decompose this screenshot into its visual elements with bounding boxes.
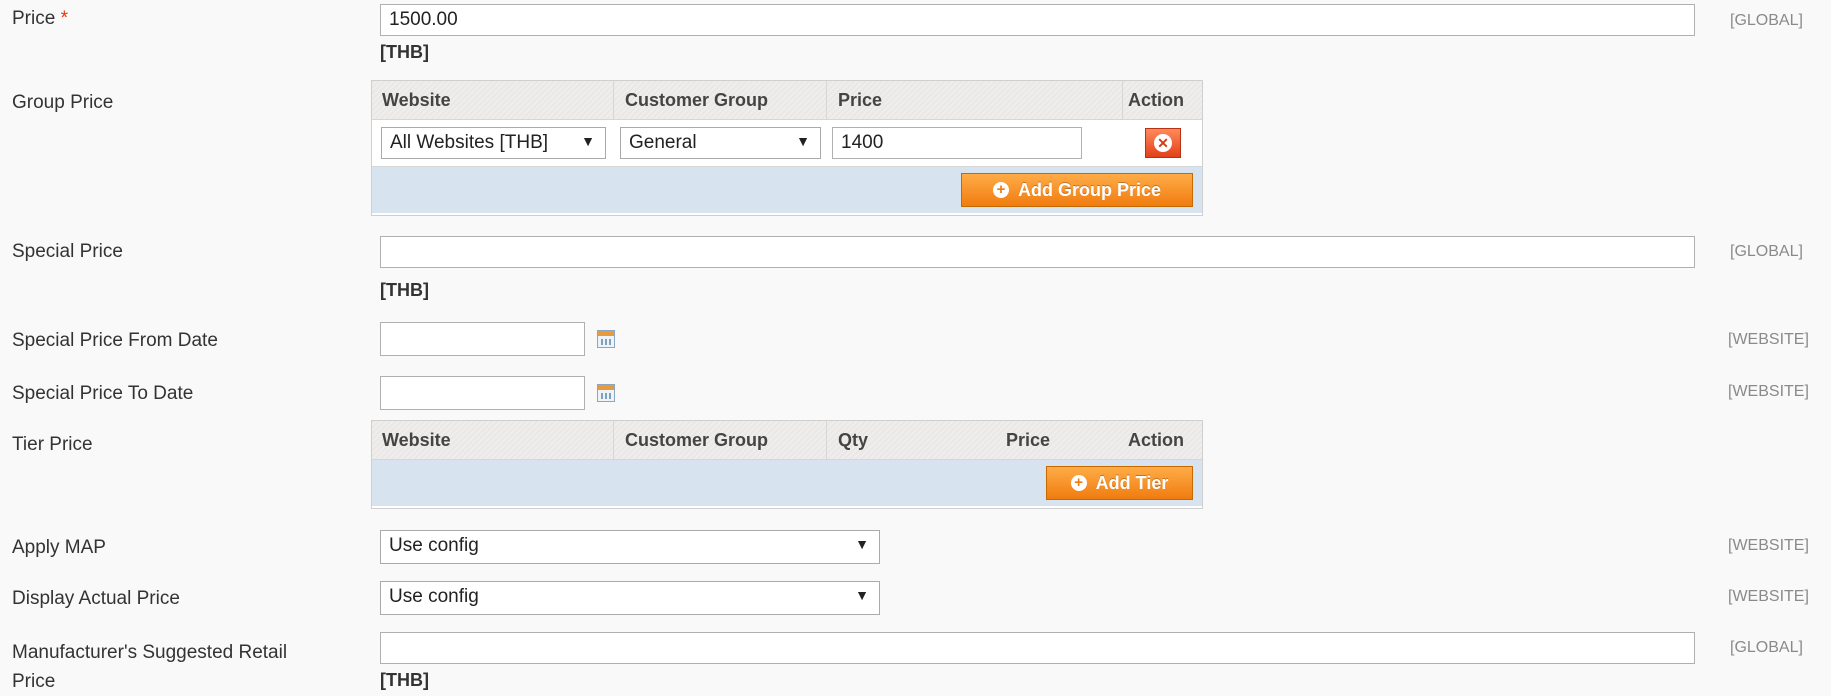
chevron-down-icon: ▼: [796, 133, 810, 149]
calendar-icon[interactable]: [597, 330, 615, 348]
price-scope: [GLOBAL]: [1730, 12, 1803, 29]
chevron-down-icon: ▼: [855, 536, 869, 552]
display-actual-label: Display Actual Price: [12, 588, 180, 609]
close-icon: ✕: [1154, 134, 1172, 152]
col-divider: [613, 81, 614, 119]
chevron-down-icon: ▼: [581, 133, 595, 149]
col-website: Website: [382, 90, 451, 110]
apply-map-scope: [WEBSITE]: [1728, 537, 1809, 554]
tier-price-grid: Website Customer Group Qty Price Action …: [371, 420, 1203, 509]
col-qty: Qty: [838, 430, 869, 450]
calendar-icon[interactable]: [597, 384, 615, 402]
col-price: Price: [1006, 430, 1051, 450]
special-from-scope: [WEBSITE]: [1728, 331, 1809, 348]
special-to-label: Special Price To Date: [12, 383, 194, 404]
add-icon: +: [1070, 475, 1087, 491]
special-price-label: Special Price: [12, 241, 123, 262]
tier-price-label: Tier Price: [12, 434, 93, 455]
website-select[interactable]: All Websites [THB] ▼: [381, 127, 606, 159]
col-divider: [826, 81, 827, 119]
special-to-scope: [WEBSITE]: [1728, 383, 1809, 400]
special-price-input[interactable]: [380, 236, 1695, 268]
group-price-footer: + Add Group Price: [372, 167, 1202, 213]
add-group-price-button[interactable]: + Add Group Price: [961, 173, 1193, 207]
price-label: Price *: [12, 8, 68, 29]
msrp-scope: [GLOBAL]: [1730, 639, 1803, 656]
required-mark: *: [60, 8, 68, 29]
msrp-label: Manufacturer's Suggested Retail Price: [12, 642, 288, 692]
chevron-down-icon: ▼: [855, 587, 869, 603]
display-actual-select[interactable]: Use config ▼: [380, 581, 880, 615]
col-website: Website: [382, 430, 451, 450]
group-price-row: All Websites [THB] ▼ General ▼ ✕: [372, 120, 1202, 167]
tier-price-footer: + Add Tier: [372, 460, 1202, 506]
col-divider: [1122, 81, 1123, 119]
col-divider: [613, 421, 614, 459]
add-icon: +: [992, 182, 1009, 198]
col-action: Action: [1128, 430, 1184, 450]
delete-row-button[interactable]: ✕: [1145, 128, 1181, 158]
special-from-input[interactable]: [380, 322, 585, 356]
display-actual-scope: [WEBSITE]: [1728, 588, 1809, 605]
special-price-scope: [GLOBAL]: [1730, 243, 1803, 260]
customer-group-select[interactable]: General ▼: [620, 127, 821, 159]
special-to-input[interactable]: [380, 376, 585, 410]
special-from-label: Special Price From Date: [12, 330, 218, 351]
price-input[interactable]: [380, 4, 1695, 36]
col-divider: [826, 421, 827, 459]
col-customer-group: Customer Group: [625, 90, 769, 110]
tier-price-header: Website Customer Group Qty Price Action: [372, 421, 1202, 460]
col-customer-group: Customer Group: [625, 430, 769, 450]
apply-map-select[interactable]: Use config ▼: [380, 530, 880, 564]
col-price: Price: [838, 90, 883, 110]
group-price-header: Website Customer Group Price Action: [372, 81, 1202, 120]
group-price-value-input[interactable]: [832, 127, 1082, 159]
apply-map-label: Apply MAP: [12, 537, 106, 558]
price-currency: [THB]: [380, 42, 429, 62]
special-price-currency: [THB]: [380, 280, 429, 300]
group-price-grid: Website Customer Group Price Action All …: [371, 80, 1203, 216]
col-action: Action: [1128, 90, 1184, 110]
group-price-label: Group Price: [12, 92, 114, 113]
add-tier-button[interactable]: + Add Tier: [1046, 466, 1193, 500]
msrp-input[interactable]: [380, 632, 1695, 664]
